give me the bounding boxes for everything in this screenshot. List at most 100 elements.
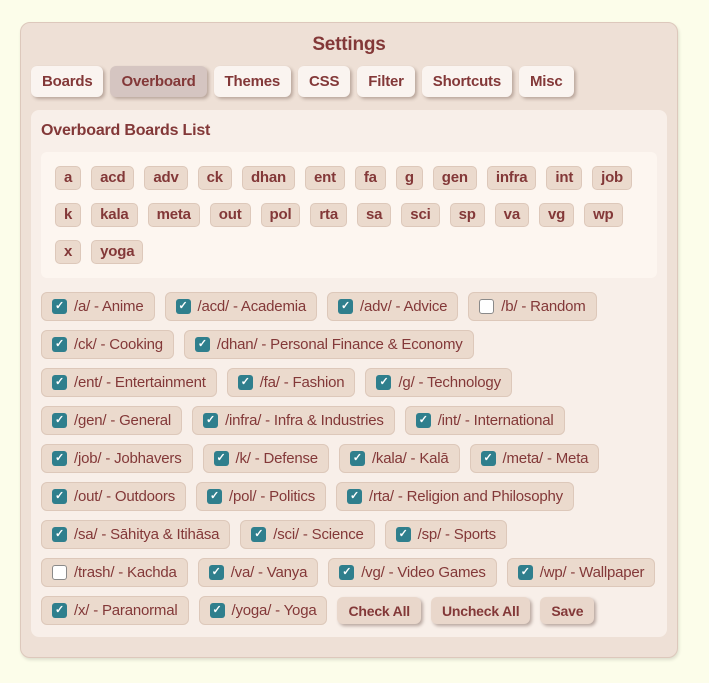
checked-checkbox-icon[interactable]: ✓ [347,489,362,504]
checked-checkbox-icon[interactable]: ✓ [52,337,67,352]
checked-checkbox-icon[interactable]: ✓ [518,565,533,580]
board-toggle-ck[interactable]: ✓ /ck/ - Cooking [41,330,174,359]
board-toggle-trash[interactable]: /trash/ - Kachda [41,558,188,587]
board-toggle-kala[interactable]: ✓/kala/ - Kalā [339,444,460,473]
checked-checkbox-icon[interactable]: ✓ [52,527,67,542]
board-label: /yoga/ - Yoga [232,602,317,619]
board-chip-ck[interactable]: ck [198,166,232,190]
checked-checkbox-icon[interactable]: ✓ [481,451,496,466]
board-chip-kala[interactable]: kala [91,203,137,227]
board-chip-int[interactable]: int [546,166,582,190]
board-toggle-wp[interactable]: ✓/wp/ - Wallpaper [507,558,656,587]
board-chip-ent[interactable]: ent [305,166,345,190]
board-label: /out/ - Outdoors [74,488,175,505]
tab-misc[interactable]: Misc [519,66,574,97]
checked-checkbox-icon[interactable]: ✓ [52,603,67,618]
tab-css[interactable]: CSS [298,66,350,97]
checked-checkbox-icon[interactable]: ✓ [339,565,354,580]
board-toggle-vg[interactable]: ✓/vg/ - Video Games [328,558,497,587]
unchecked-checkbox-icon[interactable] [479,299,494,314]
board-chip-meta[interactable]: meta [148,203,200,227]
board-chip-va[interactable]: va [495,203,529,227]
board-chip-vg[interactable]: vg [539,203,574,227]
board-chip-g[interactable]: g [396,166,423,190]
board-chip-sp[interactable]: sp [450,203,485,227]
board-chip-fa[interactable]: fa [355,166,386,190]
board-label: /b/ - Random [501,298,585,315]
board-toggle-meta[interactable]: ✓/meta/ - Meta [470,444,600,473]
save-button[interactable]: Save [540,597,594,624]
tab-overboard[interactable]: Overboard [110,66,206,97]
board-toggle-int[interactable]: ✓/int/ - International [405,406,565,435]
board-chip-rta[interactable]: rta [310,203,347,227]
board-chip-k[interactable]: k [55,203,81,227]
board-toggle-rta[interactable]: ✓/rta/ - Religion and Philosophy [336,482,574,511]
tab-filter[interactable]: Filter [357,66,414,97]
tab-themes[interactable]: Themes [214,66,292,97]
board-label: /x/ - Paranormal [74,602,178,619]
board-toggle-fa[interactable]: ✓/fa/ - Fashion [227,368,356,397]
board-label: /job/ - Jobhavers [74,450,182,467]
board-toggle-k[interactable]: ✓/k/ - Defense [203,444,329,473]
checked-checkbox-icon[interactable]: ✓ [396,527,411,542]
tab-boards[interactable]: Boards [31,66,103,97]
checked-checkbox-icon[interactable]: ✓ [210,603,225,618]
board-chip-sa[interactable]: sa [357,203,391,227]
check-all-button[interactable]: Check All [337,597,420,624]
board-chip-dhan[interactable]: dhan [242,166,295,190]
unchecked-checkbox-icon[interactable] [52,565,67,580]
board-toggle-g[interactable]: ✓/g/ - Technology [365,368,511,397]
board-toggle-out[interactable]: ✓ /out/ - Outdoors [41,482,186,511]
board-chip-job[interactable]: job [592,166,632,190]
board-toggle-infra[interactable]: ✓/infra/ - Infra & Industries [192,406,395,435]
board-chip-x[interactable]: x [55,240,81,264]
board-toggle-b[interactable]: /b/ - Random [468,292,596,321]
board-toggle-sp[interactable]: ✓/sp/ - Sports [385,520,507,549]
board-chip-adv[interactable]: adv [144,166,187,190]
checked-checkbox-icon[interactable]: ✓ [52,451,67,466]
checked-checkbox-icon[interactable]: ✓ [251,527,266,542]
board-chip-wp[interactable]: wp [584,203,622,227]
checked-checkbox-icon[interactable]: ✓ [214,451,229,466]
checked-checkbox-icon[interactable]: ✓ [52,489,67,504]
uncheck-all-button[interactable]: Uncheck All [431,597,530,624]
checked-checkbox-icon[interactable]: ✓ [52,299,67,314]
board-chip-gen[interactable]: gen [433,166,477,190]
board-toggle-ent[interactable]: ✓ /ent/ - Entertainment [41,368,217,397]
board-toggle-yoga[interactable]: ✓ /yoga/ - Yoga [199,596,328,625]
checked-checkbox-icon[interactable]: ✓ [52,375,67,390]
checked-checkbox-icon[interactable]: ✓ [209,565,224,580]
board-chip-infra[interactable]: infra [487,166,537,190]
board-toggle-sci[interactable]: ✓/sci/ - Science [240,520,374,549]
board-toggle-a[interactable]: ✓/a/ - Anime [41,292,155,321]
board-chip-out[interactable]: out [210,203,251,227]
checked-checkbox-icon[interactable]: ✓ [238,375,253,390]
board-toggle-pol[interactable]: ✓/pol/ - Politics [196,482,326,511]
board-toggle-x[interactable]: ✓ /x/ - Paranormal [41,596,189,625]
board-label: /ent/ - Entertainment [74,374,206,391]
checked-checkbox-icon[interactable]: ✓ [195,337,210,352]
checked-checkbox-icon[interactable]: ✓ [376,375,391,390]
board-toggle-sa[interactable]: ✓/sa/ - Sāhitya & Itihāsa [41,520,230,549]
board-toggle-acd[interactable]: ✓ /acd/ - Academia [165,292,318,321]
checked-checkbox-icon[interactable]: ✓ [52,413,67,428]
board-toggle-gen[interactable]: ✓/gen/ - General [41,406,182,435]
board-chip-yoga[interactable]: yoga [91,240,143,264]
board-toggle-job[interactable]: ✓ /job/ - Jobhavers [41,444,193,473]
board-toggle-dhan[interactable]: ✓/dhan/ - Personal Finance & Economy [184,330,474,359]
board-toggle-adv[interactable]: ✓/adv/ - Advice [327,292,458,321]
board-chip-a[interactable]: a [55,166,81,190]
checked-checkbox-icon[interactable]: ✓ [207,489,222,504]
tab-shortcuts[interactable]: Shortcuts [422,66,512,97]
checked-checkbox-icon[interactable]: ✓ [338,299,353,314]
checked-checkbox-icon[interactable]: ✓ [176,299,191,314]
board-toggle-va[interactable]: ✓/va/ - Vanya [198,558,319,587]
board-chip-sci[interactable]: sci [401,203,439,227]
checked-checkbox-icon[interactable]: ✓ [416,413,431,428]
checked-checkbox-icon[interactable]: ✓ [350,451,365,466]
board-label: /acd/ - Academia [198,298,307,315]
checked-checkbox-icon[interactable]: ✓ [203,413,218,428]
board-label: /ck/ - Cooking [74,336,163,353]
board-chip-pol[interactable]: pol [261,203,301,227]
board-chip-acd[interactable]: acd [91,166,134,190]
